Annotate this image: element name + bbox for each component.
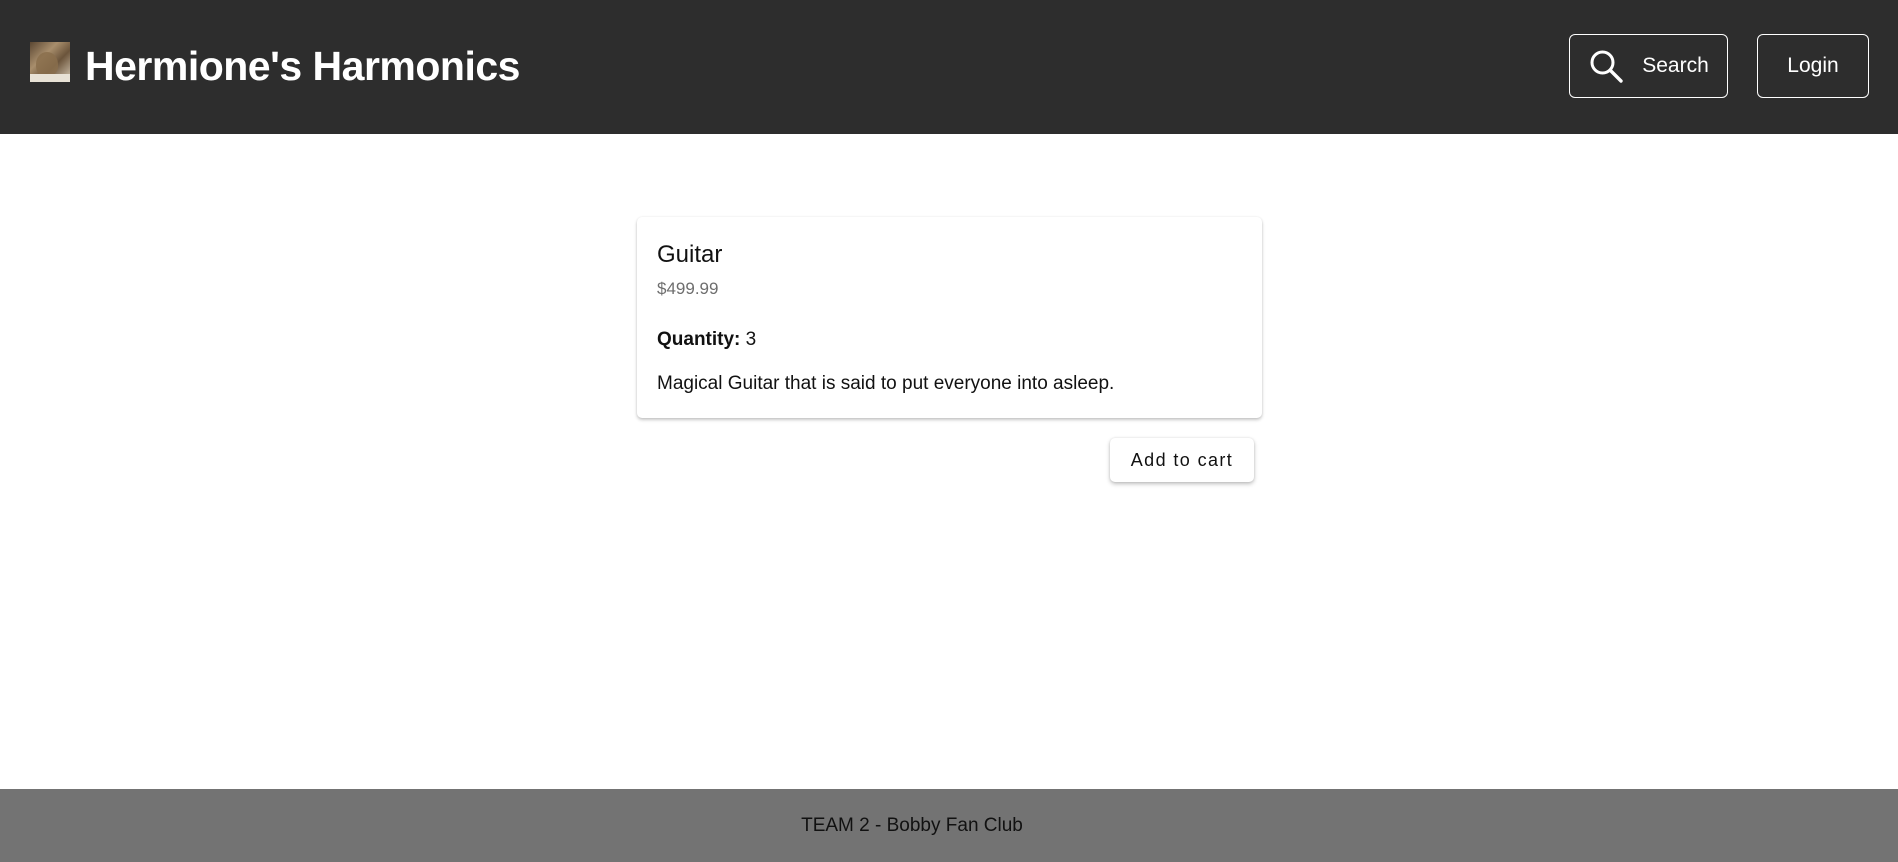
search-button-label: Search [1642,54,1709,77]
product-quantity: Quantity: 3 [657,329,756,351]
search-icon [1590,50,1623,83]
product-description: Magical Guitar that is said to put every… [657,373,1115,394]
app-title[interactable]: Hermione's Harmonics [85,40,520,92]
login-button-label: Login [1787,54,1839,77]
login-button[interactable]: Login [1757,34,1869,98]
quantity-value: 3 [745,329,757,350]
add-to-cart-button[interactable]: Add to cart [1110,438,1254,482]
quantity-label: Quantity: [657,329,741,350]
logo-image-base [30,74,70,82]
search-button[interactable]: Search [1569,34,1728,98]
footer: TEAM 2 - Bobby Fan Club [0,789,1898,862]
product-price: $499.99 [657,279,719,298]
product-name: Guitar [657,241,723,268]
footer-text: TEAM 2 - Bobby Fan Club [801,814,1023,836]
top-app-bar: Hermione's Harmonics Search Login [0,0,1898,134]
logo-image-detail [36,52,58,76]
logo-icon[interactable] [30,42,70,82]
product-card: Guitar $499.99 Quantity: 3 Magical Guita… [637,217,1262,418]
